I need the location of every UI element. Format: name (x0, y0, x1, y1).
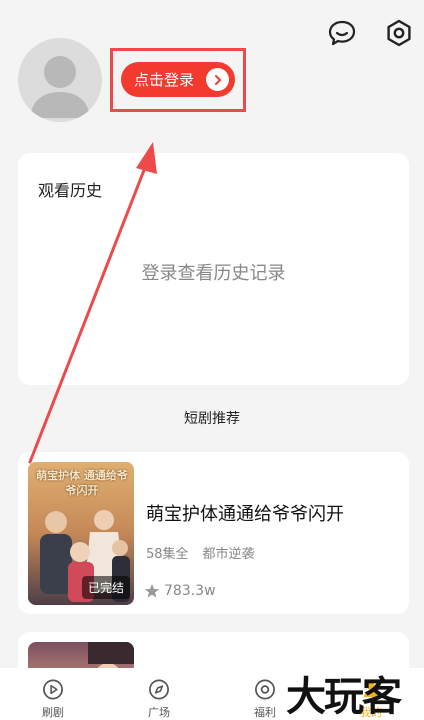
drama-poster[interactable]: 萌宝护体 通通给爷爷闪开 已完结 (28, 462, 134, 605)
drama-meta: 58集全 都市逆袭 (146, 543, 255, 562)
drama-genre: 都市逆袭 (202, 547, 255, 562)
poster-title-text: 萌宝护体 通通给爷爷闪开 (36, 469, 128, 497)
login-highlight-box (110, 48, 246, 112)
bottom-nav: 刷剧 广场 福利 我的 (0, 668, 424, 720)
nav-item-wode[interactable]: 我的 (318, 668, 424, 720)
gear-icon[interactable] (384, 18, 414, 48)
avatar[interactable] (18, 38, 102, 122)
compass-icon (149, 679, 169, 700)
nav-label: 我的 (360, 706, 382, 719)
history-card: 观看历史 登录查看历史记录 (18, 153, 409, 385)
nav-item-fuli[interactable]: 福利 (212, 668, 318, 720)
gift-circle-icon (255, 679, 275, 700)
history-title: 观看历史 (38, 181, 103, 200)
drama-views: 783.3w (144, 583, 216, 599)
user-icon (363, 682, 379, 698)
nav-label: 刷剧 (42, 706, 64, 719)
nav-item-shuaju[interactable]: 刷剧 (0, 668, 106, 720)
drama-title[interactable]: 萌宝护体通通给爷爷闪开 (146, 500, 344, 526)
drama-card[interactable]: 萌宝护体 通通给爷爷闪开 已完结 萌宝护体通通给爷爷闪开 58集全 都市逆袭 78… (18, 452, 409, 614)
nav-item-guangchang[interactable]: 广场 (106, 668, 212, 720)
status-badge: 已完结 (81, 576, 130, 599)
nav-label: 福利 (254, 706, 276, 719)
play-circle-icon (43, 679, 63, 700)
history-empty-text[interactable]: 登录查看历史记录 (18, 259, 409, 285)
chat-bubble-icon[interactable] (327, 18, 357, 48)
star-icon (145, 584, 159, 598)
drama-episodes: 58集全 (146, 547, 189, 562)
profile-page: 点击登录 观看历史 登录查看历史记录 短剧推荐 萌宝护体 通通给爷爷闪开 已完结… (0, 0, 424, 720)
drama-views-count: 783.3w (164, 583, 216, 599)
nav-label: 广场 (148, 706, 170, 719)
section-title: 短剧推荐 (184, 411, 240, 427)
